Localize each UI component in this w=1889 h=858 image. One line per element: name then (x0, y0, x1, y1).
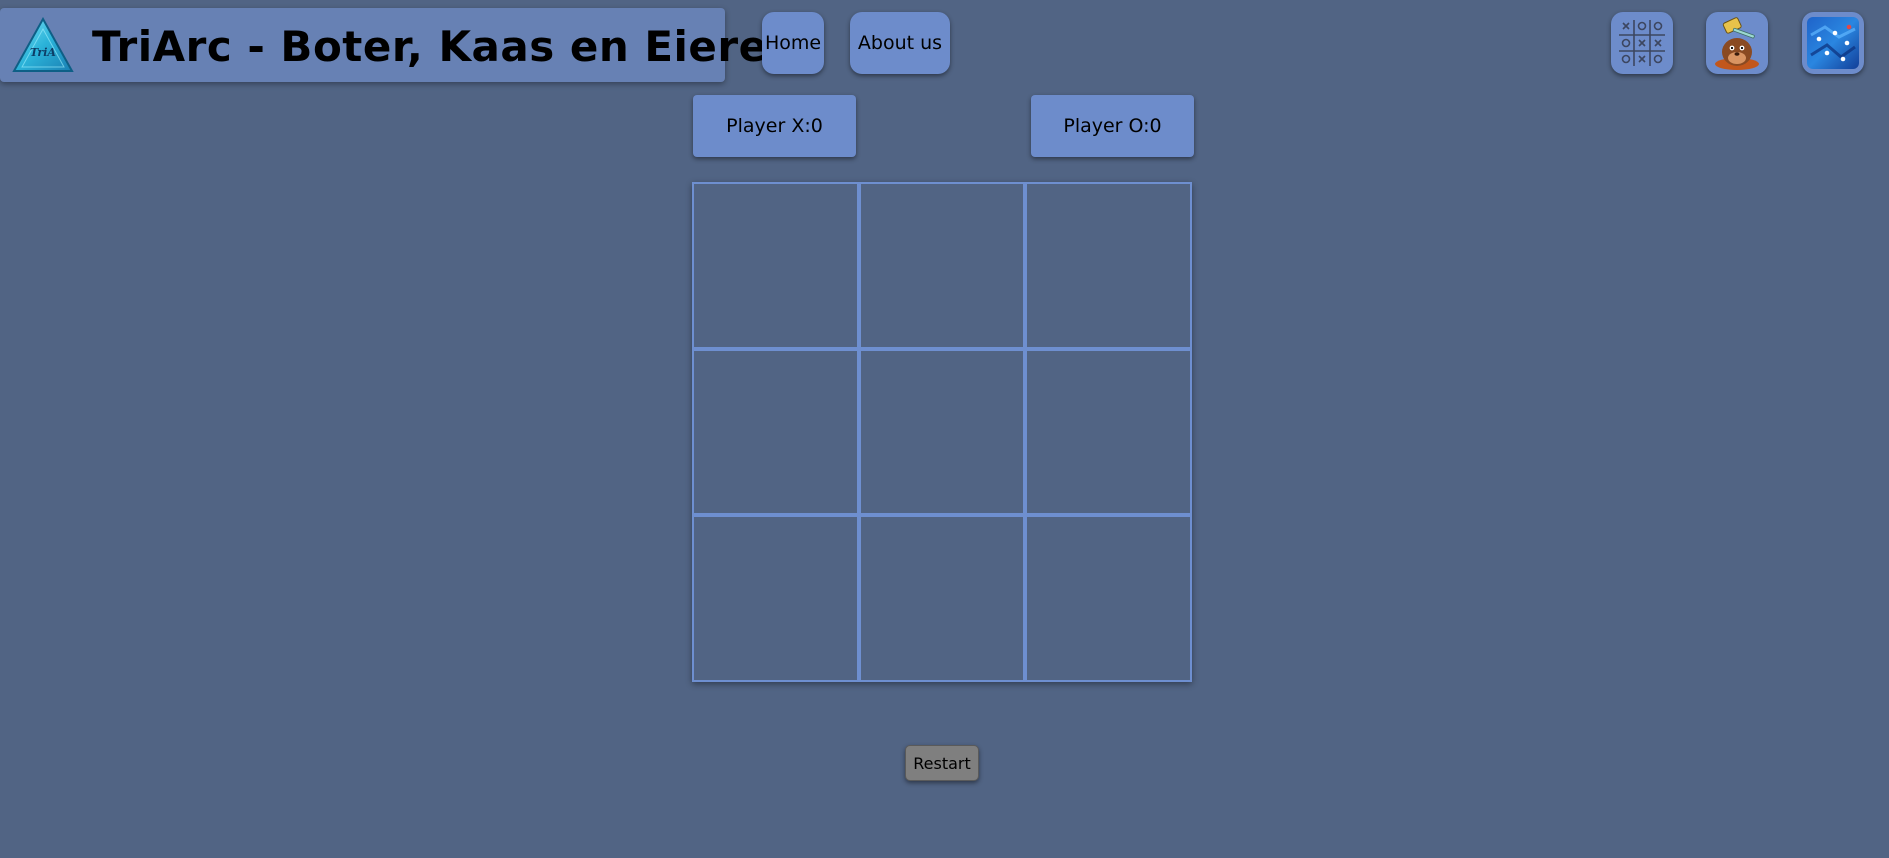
board-cell-7[interactable] (694, 517, 857, 680)
restart-button[interactable]: Restart (905, 745, 979, 781)
logo-text: TriA (30, 46, 56, 59)
player-o-score: Player O:0 (1031, 95, 1194, 157)
home-nav-button[interactable]: Home (762, 12, 824, 74)
player-x-score: Player X:0 (693, 95, 856, 157)
board-cell-6[interactable] (1027, 350, 1190, 514)
blue-dots-game-button[interactable] (1802, 12, 1864, 74)
whack-a-mole-icon (1715, 17, 1759, 70)
tic-tac-toe-board (692, 182, 1192, 682)
triarc-logo-icon[interactable]: TriA (12, 17, 74, 73)
board-cell-8[interactable] (860, 517, 1024, 680)
board-cell-5[interactable] (860, 350, 1024, 514)
board-cell-1[interactable] (694, 184, 857, 347)
tic-tac-toe-game-button[interactable] (1611, 12, 1673, 74)
board-cell-3[interactable] (1027, 184, 1190, 347)
board-cell-2[interactable] (860, 184, 1024, 347)
whack-a-mole-game-button[interactable] (1706, 12, 1768, 74)
board-cell-9[interactable] (1027, 517, 1190, 680)
site-header: TriA TriArc - Boter, Kaas en Eieren (0, 8, 798, 82)
about-us-nav-button[interactable]: About us (850, 12, 950, 74)
board-cell-4[interactable] (694, 350, 857, 514)
blue-dots-game-icon (1807, 17, 1859, 69)
tic-tac-toe-icon (1619, 20, 1665, 66)
site-title: TriArc - Boter, Kaas en Eieren (92, 22, 799, 71)
